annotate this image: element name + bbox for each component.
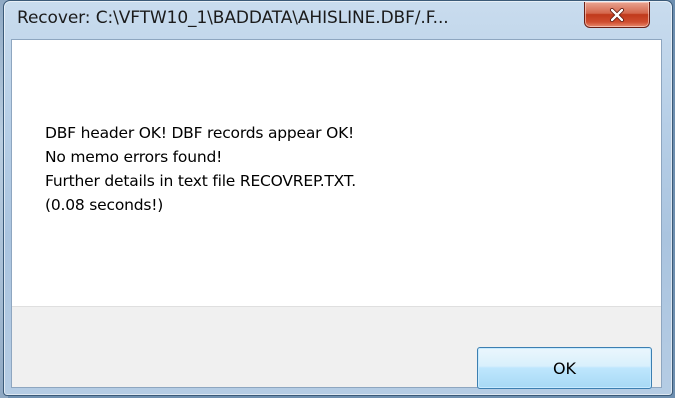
title-bar[interactable]: Recover: C:\VFTW10_1\BADDATA\AHISLINE.DB… — [4, 1, 672, 39]
ok-button[interactable]: OK — [477, 347, 652, 389]
close-icon — [585, 2, 649, 27]
message-panel: DBF header OK! DBF records appear OK! No… — [12, 40, 661, 307]
message-line: (0.08 seconds!) — [45, 196, 164, 214]
message-line: No memo errors found! — [45, 148, 223, 166]
dialog-client-area: DBF header OK! DBF records appear OK! No… — [11, 39, 662, 389]
window-title: Recover: C:\VFTW10_1\BADDATA\AHISLINE.DB… — [17, 8, 449, 28]
message-line: DBF header OK! DBF records appear OK! — [45, 124, 355, 142]
message-text: DBF header OK! DBF records appear OK! No… — [45, 121, 356, 217]
button-bar: OK — [12, 306, 661, 389]
close-button[interactable] — [584, 2, 650, 28]
dialog-window: Recover: C:\VFTW10_1\BADDATA\AHISLINE.DB… — [3, 0, 673, 396]
message-line: Further details in text file RECOVREP.TX… — [45, 172, 356, 190]
